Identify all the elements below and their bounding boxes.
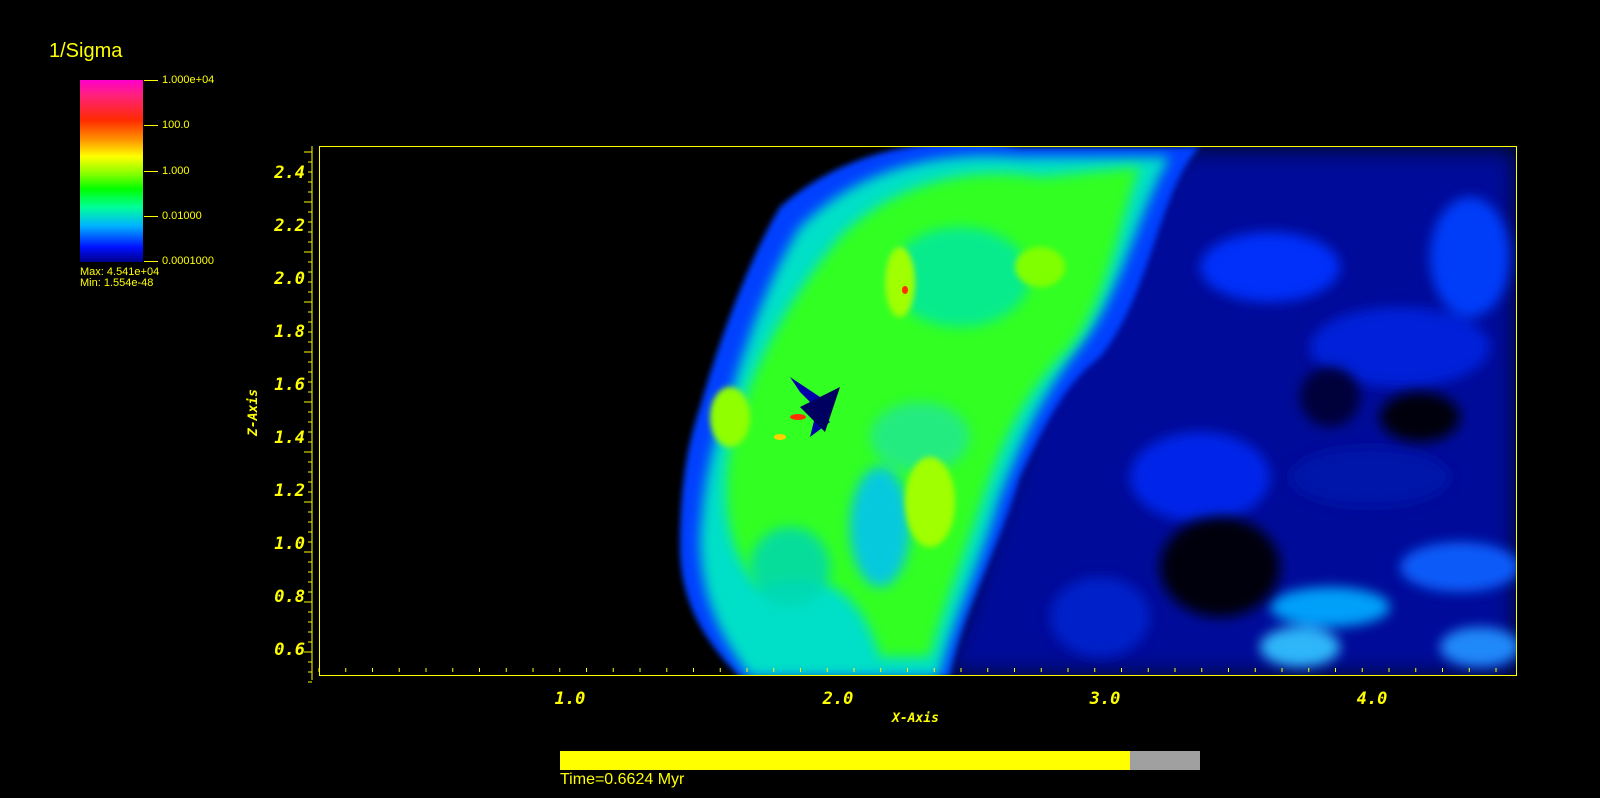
colorbar <box>80 80 143 262</box>
time-slider-fill <box>560 751 1130 770</box>
y-axis-title: Z-Axis <box>245 389 261 436</box>
y-tick-label: 1.2 <box>274 481 305 501</box>
colorbar-tick <box>144 80 158 81</box>
x-tick-label: 4.0 <box>1356 689 1388 709</box>
plot-area[interactable] <box>319 146 1517 676</box>
time-label: Time=0.6624 Myr <box>560 771 685 788</box>
y-tick-label: 0.6 <box>274 640 305 660</box>
x-axis-title: X-Axis <box>892 711 939 726</box>
y-tick-label: 1.8 <box>274 322 305 342</box>
y-tick-label: 2.0 <box>274 269 305 289</box>
colorbar-label: 0.0001000 <box>162 255 214 267</box>
y-tick-label: 0.8 <box>274 587 305 607</box>
colorbar-label: 0.01000 <box>162 210 202 222</box>
colorbar-tick <box>144 125 158 126</box>
legend-min: Min: 1.554e-48 <box>80 277 154 289</box>
colorbar-label: 100.0 <box>162 119 190 131</box>
legend-title: 1/Sigma <box>49 40 123 62</box>
colorbar-tick <box>144 171 158 172</box>
colorbar-label: 1.000 <box>162 165 190 177</box>
colorbar-label: 1.000e+04 <box>162 74 215 86</box>
time-slider[interactable] <box>560 751 1200 770</box>
y-tick-label: 2.4 <box>274 163 305 183</box>
x-tick-label: 1.0 <box>554 689 586 709</box>
x-tick-label: 3.0 <box>1089 689 1121 709</box>
x-axis-ticks <box>318 668 1497 672</box>
y-tick-label: 2.2 <box>274 216 305 236</box>
colorbar-tick <box>144 216 158 217</box>
x-tick-label: 2.0 <box>822 689 854 709</box>
colorbar-tick <box>144 261 158 262</box>
y-tick-label: 1.0 <box>274 534 305 554</box>
pseudocolor-field <box>320 147 1516 675</box>
